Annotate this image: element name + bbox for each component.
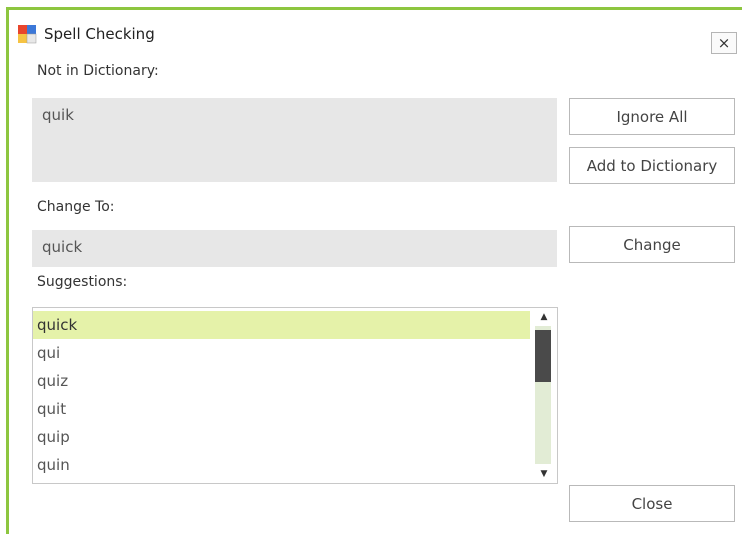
change-button[interactable]: Change [569,226,735,263]
dialog-title: Spell Checking [44,25,155,43]
suggestion-item[interactable]: quick [33,311,530,339]
scroll-down-icon[interactable]: ▼ [531,465,557,483]
not-in-dictionary-field: quik [32,98,557,182]
ignore-all-button[interactable]: Ignore All [569,98,735,135]
window-frame-left [6,7,9,534]
spellcheck-app-icon [18,25,37,44]
suggestions-scrollbar[interactable]: ▲ ▼ [531,308,557,483]
suggestions-list[interactable]: quick qui quiz quit quip quin ▲ ▼ [32,307,558,484]
suggestion-item[interactable]: quin [33,451,530,479]
change-to-value: quick [42,238,83,256]
change-to-label: Change To: [37,199,115,215]
close-icon[interactable]: × [711,32,737,54]
change-to-field[interactable]: quick [32,230,557,267]
suggestion-item[interactable]: quip [33,423,530,451]
suggestion-item[interactable]: qui [33,339,530,367]
add-to-dictionary-button[interactable]: Add to Dictionary [569,147,735,184]
suggestion-item[interactable]: quit [33,395,530,423]
suggestions-label: Suggestions: [37,274,128,290]
scroll-up-icon[interactable]: ▲ [531,308,557,326]
not-in-dictionary-value: quik [42,106,74,124]
close-button[interactable]: Close [569,485,735,522]
not-in-dictionary-label: Not in Dictionary: [37,63,159,79]
window-frame-top [6,7,742,10]
suggestion-item[interactable]: quiz [33,367,530,395]
scrollbar-thumb[interactable] [535,330,551,382]
